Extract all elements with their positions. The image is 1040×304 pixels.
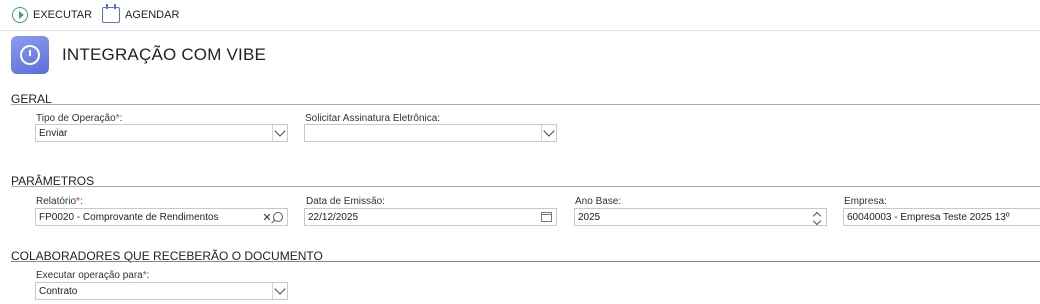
executar-para-label: Executar operação para*: — [36, 270, 150, 281]
ano-base-value: 2025 — [578, 211, 601, 223]
execute-label: EXECUTAR — [33, 9, 93, 21]
chevron-down-icon[interactable] — [541, 125, 556, 141]
section-divider — [11, 104, 1040, 105]
calendar-icon[interactable] — [541, 212, 552, 222]
clock-icon — [20, 45, 40, 65]
section-divider — [11, 186, 1040, 187]
chevron-down-icon[interactable] — [272, 125, 287, 141]
data-emissao-input[interactable]: 22/12/2025 — [304, 208, 557, 226]
executar-para-value: Contrato — [39, 285, 78, 297]
schedule-button[interactable]: AGENDAR — [102, 4, 180, 25]
executar-para-select[interactable]: Contrato — [35, 282, 288, 300]
section-divider — [11, 261, 1040, 262]
page-title: INTEGRAÇÃO COM VIBE — [62, 45, 267, 64]
tipo-operacao-label: Tipo de Operação*: — [36, 113, 123, 124]
assinatura-select[interactable] — [304, 124, 557, 142]
execute-button[interactable]: EXECUTAR — [12, 5, 92, 25]
ano-base-label: Ano Base: — [575, 196, 622, 207]
empresa-label: Empresa: — [844, 196, 887, 207]
search-icon[interactable] — [273, 212, 283, 222]
relatorio-label: Relatório*: — [36, 196, 83, 207]
tipo-operacao-select[interactable]: Enviar — [35, 124, 288, 142]
data-emissao-value: 22/12/2025 — [308, 211, 359, 223]
data-emissao-label: Data de Emissão: — [306, 196, 385, 207]
calendar-icon — [102, 4, 120, 23]
chevron-down-icon[interactable] — [272, 283, 287, 299]
tipo-operacao-value: Enviar — [39, 127, 68, 139]
app-icon — [11, 36, 49, 74]
assinatura-label: Solicitar Assinatura Eletrônica: — [305, 113, 441, 124]
relatorio-lookup[interactable]: FP0020 - Comprovante de Rendimentos ✕ — [35, 208, 288, 226]
toolbar: EXECUTAR AGENDAR — [0, 0, 1040, 31]
empresa-value: 60040003 - Empresa Teste 2025 13º — [847, 211, 1010, 223]
stepper-arrows-icon[interactable] — [810, 211, 824, 225]
relatorio-value: FP0020 - Comprovante de Rendimentos — [39, 211, 219, 223]
schedule-label: AGENDAR — [125, 9, 180, 21]
empresa-lookup[interactable]: 60040003 - Empresa Teste 2025 13º — [843, 208, 1040, 226]
play-circle-icon — [12, 7, 28, 23]
ano-base-stepper[interactable]: 2025 — [574, 208, 827, 226]
